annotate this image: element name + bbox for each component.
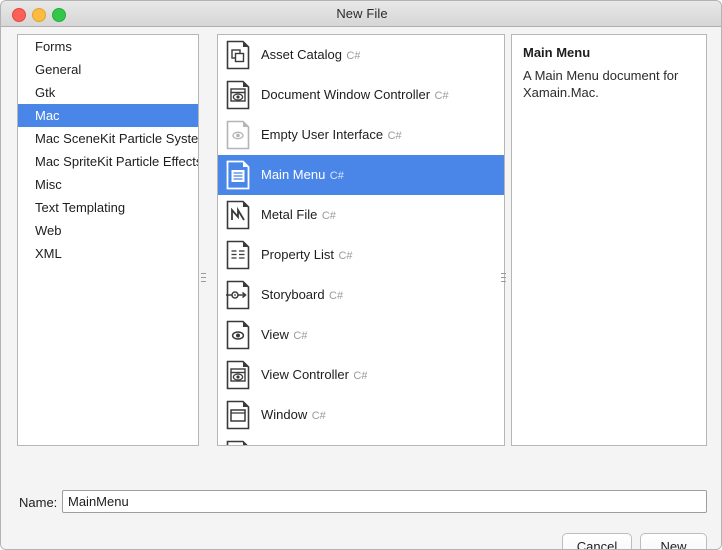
- template-item-window[interactable]: Window C#: [218, 395, 504, 435]
- right-splitter-handle[interactable]: [501, 273, 506, 282]
- template-item-view-controller[interactable]: View Controller C#: [218, 355, 504, 395]
- metal-file-icon: [224, 200, 252, 230]
- category-list[interactable]: Forms General Gtk Mac Mac SceneKit Parti…: [17, 34, 199, 446]
- new-file-dialog: New File Forms General Gtk Mac Mac Scene…: [0, 0, 722, 550]
- detail-title: Main Menu: [523, 45, 591, 60]
- asset-catalog-icon: [224, 40, 252, 70]
- property-list-icon: [224, 240, 252, 270]
- template-item-main-menu[interactable]: Main Menu C#: [218, 155, 504, 195]
- category-item-mac-scenekit-particle-systems[interactable]: Mac SceneKit Particle Systems: [18, 127, 198, 150]
- category-item-gtk[interactable]: Gtk: [18, 81, 198, 104]
- template-name: Empty User Interface: [261, 127, 384, 142]
- category-item-xml[interactable]: XML: [18, 242, 198, 265]
- template-language: C#: [293, 330, 308, 342]
- template-item-property-list[interactable]: Property List C#: [218, 235, 504, 275]
- category-item-misc[interactable]: Misc: [18, 173, 198, 196]
- category-item-web[interactable]: Web: [18, 219, 198, 242]
- new-button[interactable]: New: [640, 533, 707, 549]
- document-window-controller-icon: [224, 80, 252, 110]
- window-title: New File: [336, 6, 388, 21]
- category-item-mac[interactable]: Mac: [18, 104, 198, 127]
- template-name: Document Window Controller: [261, 87, 431, 102]
- document-icon: [224, 440, 252, 445]
- cancel-button[interactable]: Cancel: [562, 533, 632, 549]
- storyboard-icon: [224, 280, 252, 310]
- name-label: Name:: [19, 495, 58, 510]
- template-name: Metal File: [261, 207, 318, 222]
- template-item-metal-file[interactable]: Metal File C#: [218, 195, 504, 235]
- template-list-scroll[interactable]: Asset Catalog C# Document Window Control…: [218, 35, 504, 445]
- template-language: C#: [434, 90, 449, 102]
- category-item-mac-spritekit-particle-effects[interactable]: Mac SpriteKit Particle Effects: [18, 150, 198, 173]
- template-name: Asset Catalog: [261, 47, 342, 62]
- template-details-panel: Main Menu A Main Menu document for Xamai…: [511, 34, 707, 446]
- template-item-clipped[interactable]: [218, 435, 504, 445]
- template-name: View Controller: [261, 367, 349, 382]
- template-language: C#: [338, 250, 353, 262]
- template-language: C#: [311, 410, 326, 422]
- view-controller-icon: [224, 360, 252, 390]
- dialog-content: Forms General Gtk Mac Mac SceneKit Parti…: [1, 27, 721, 549]
- view-icon: [224, 320, 252, 350]
- template-language: C#: [329, 290, 344, 302]
- template-language: C#: [346, 50, 361, 62]
- category-item-text-templating[interactable]: Text Templating: [18, 196, 198, 219]
- window-icon: [224, 400, 252, 430]
- template-list[interactable]: Asset Catalog C# Document Window Control…: [217, 34, 505, 446]
- template-item-asset-catalog[interactable]: Asset Catalog C#: [218, 35, 504, 75]
- template-item-view[interactable]: View C#: [218, 315, 504, 355]
- template-name: Storyboard: [261, 287, 325, 302]
- title-bar: New File: [1, 1, 721, 27]
- template-item-storyboard[interactable]: Storyboard C#: [218, 275, 504, 315]
- category-item-forms[interactable]: Forms: [18, 35, 198, 58]
- template-item-document-window-controller[interactable]: Document Window Controller C#: [218, 75, 504, 115]
- template-language: C#: [329, 170, 344, 182]
- template-language: C#: [353, 370, 368, 382]
- template-name: Main Menu: [261, 167, 326, 182]
- template-item-empty-user-interface[interactable]: Empty User Interface C#: [218, 115, 504, 155]
- main-menu-icon: [224, 160, 252, 190]
- template-language: C#: [321, 210, 336, 222]
- empty-user-interface-icon: [224, 120, 252, 150]
- detail-description: A Main Menu document for Xamain.Mac.: [523, 68, 679, 100]
- template-name: View: [261, 327, 289, 342]
- category-item-general[interactable]: General: [18, 58, 198, 81]
- template-name: Window: [261, 407, 308, 422]
- template-name: Property List: [261, 247, 334, 262]
- left-splitter-handle[interactable]: [201, 273, 206, 282]
- name-input[interactable]: [62, 490, 707, 513]
- template-language: C#: [387, 130, 402, 142]
